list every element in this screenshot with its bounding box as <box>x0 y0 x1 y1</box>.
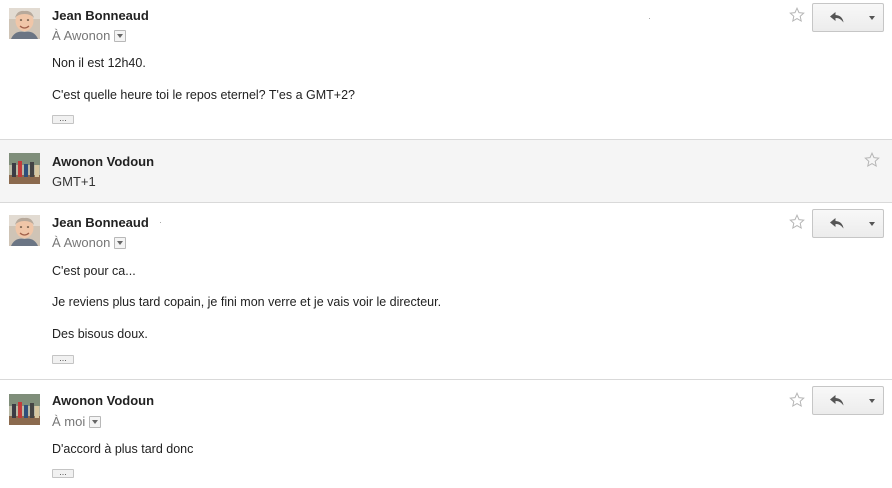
reply-arrow-icon <box>830 218 844 229</box>
more-actions-button[interactable] <box>862 209 884 238</box>
recipient-line: À Awonon <box>52 235 127 250</box>
recipient-label: À Awonon <box>52 235 111 250</box>
reply-button[interactable] <box>812 386 863 415</box>
body-line: Je reviens plus tard copain, je fini mon… <box>52 295 442 309</box>
star-icon[interactable] <box>789 214 805 230</box>
show-trimmed-content-button[interactable]: ... <box>52 354 74 364</box>
avatar-jean-bonneaud[interactable] <box>9 8 40 39</box>
sender-name[interactable]: Jean Bonneaud <box>52 215 149 230</box>
avatar-awonon-vodoun[interactable] <box>9 153 40 184</box>
reply-button-group <box>812 3 884 32</box>
more-actions-button[interactable] <box>862 386 884 415</box>
reply-arrow-icon <box>830 395 844 406</box>
body-line: C'est pour ca... <box>52 264 136 278</box>
sender-name[interactable]: Awonon Vodoun <box>52 393 154 408</box>
star-icon[interactable] <box>789 7 805 23</box>
reply-button-group <box>812 386 884 415</box>
message-1: Jean Bonneaud À Awonon Non il est 12h40.… <box>0 0 892 139</box>
body-line: Des bisous doux. <box>52 327 148 341</box>
star-icon[interactable] <box>864 152 880 168</box>
show-details-dropdown-icon[interactable] <box>114 29 127 42</box>
show-details-dropdown-icon[interactable] <box>89 415 102 428</box>
more-actions-button[interactable] <box>862 3 884 32</box>
recipient-line: À Awonon <box>52 28 127 43</box>
show-details-dropdown-icon[interactable] <box>114 236 127 249</box>
sender-name[interactable]: Jean Bonneaud <box>52 8 149 23</box>
message-4: Awonon Vodoun À moi D'accord à plus tard… <box>0 380 892 488</box>
star-icon[interactable] <box>789 392 805 408</box>
message-snippet[interactable]: GMT+1 <box>52 174 96 189</box>
recipient-label: À Awonon <box>52 28 111 43</box>
message-2[interactable]: Awonon Vodoun GMT+1 <box>0 140 892 202</box>
show-trimmed-content-button[interactable]: ... <box>52 114 74 124</box>
reply-button[interactable] <box>812 3 863 32</box>
body-line: D'accord à plus tard donc <box>52 442 194 456</box>
recipient-label: À moi <box>52 414 86 429</box>
avatar-jean-bonneaud[interactable] <box>9 215 40 246</box>
sender-name[interactable]: Awonon Vodoun <box>52 154 154 169</box>
recipient-line: À moi <box>52 414 102 429</box>
dot-artifact <box>649 18 650 19</box>
reply-button[interactable] <box>812 209 863 238</box>
show-trimmed-content-button[interactable]: ... <box>52 468 74 478</box>
reply-button-group <box>812 209 884 238</box>
avatar-awonon-vodoun[interactable] <box>9 394 40 425</box>
message-3: Jean Bonneaud À Awonon C'est pour ca... … <box>0 203 892 379</box>
dot-artifact <box>160 222 161 223</box>
body-line: C'est quelle heure toi le repos eternel?… <box>52 88 355 102</box>
body-line: Non il est 12h40. <box>52 56 146 70</box>
reply-arrow-icon <box>830 12 844 23</box>
